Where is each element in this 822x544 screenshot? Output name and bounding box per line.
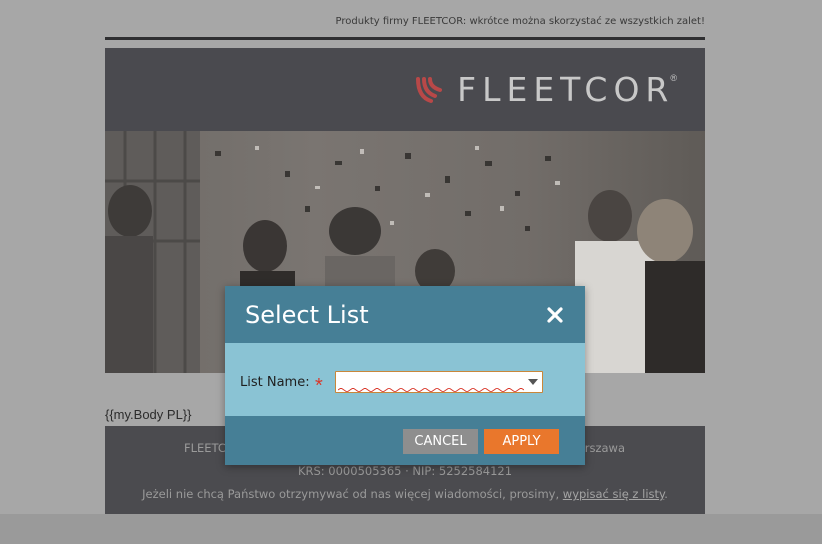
logo-header: FLEETCOR ® <box>105 48 705 131</box>
spellcheck-underline-icon <box>338 388 524 392</box>
preheader-text: Produkty firmy FLEETCOR: wkrótce można s… <box>335 16 705 27</box>
unsubscribe-link[interactable]: wypisać się z listy <box>563 487 664 501</box>
dialog-footer: CANCEL APPLY <box>225 416 585 465</box>
bottom-strip <box>0 514 822 544</box>
dialog-title: Select List <box>245 301 369 329</box>
footer-unsubscribe-line: Jeżeli nie chcą Państwo otrzymywać od na… <box>105 487 705 501</box>
top-divider <box>105 37 705 40</box>
unsubscribe-suffix: . <box>664 487 668 501</box>
required-asterisk: * <box>315 375 323 397</box>
footer-company-fragment: FLEETC <box>184 441 226 455</box>
cancel-button[interactable]: CANCEL <box>403 429 478 454</box>
list-name-select[interactable] <box>335 371 543 393</box>
body-merge-token: {{my.Body PL}} <box>105 407 192 422</box>
dialog-body: List Name: * <box>225 343 585 416</box>
select-list-dialog: Select List List Name: * CANCEL APPLY <box>225 286 585 465</box>
unsubscribe-prefix: Jeżeli nie chcą Państwo otrzymywać od na… <box>142 487 563 501</box>
registered-mark: ® <box>670 73 677 83</box>
chevron-down-icon[interactable] <box>528 379 538 385</box>
footer-registration: KRS: 0000505365 · NIP: 5252584121 <box>297 464 513 478</box>
dialog-header: Select List <box>225 286 585 343</box>
fleetcor-logo: FLEETCOR ® <box>415 72 677 108</box>
logo-wordmark: FLEETCOR <box>457 70 675 109</box>
list-name-label: List Name: <box>240 375 310 390</box>
fleetcor-logo-icon <box>416 77 443 103</box>
apply-button[interactable]: APPLY <box>484 429 559 454</box>
close-icon[interactable] <box>545 305 565 325</box>
